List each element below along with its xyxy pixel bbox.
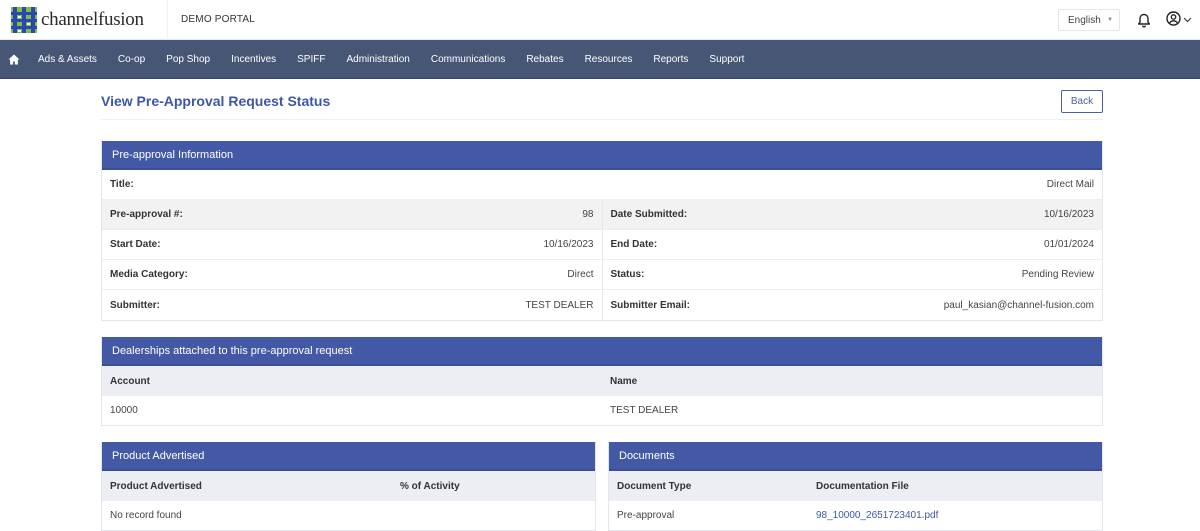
brand-name: channelfusion (41, 8, 144, 30)
bell-icon[interactable] (1136, 12, 1152, 28)
home-icon[interactable] (8, 53, 22, 65)
table-header: Account Name (102, 366, 1102, 396)
submitter-email-value: paul_kasian@channel-fusion.com (943, 299, 1094, 311)
bottom-panels: Product Advertised Product Advertised % … (101, 442, 1103, 531)
start-date-label: Start Date: (110, 239, 161, 250)
info-row: Pre-approval #: 98 Date Submitted: 10/16… (102, 200, 1102, 230)
nav-administration[interactable]: Administration (346, 54, 409, 65)
media-category-label: Media Category: (110, 269, 188, 280)
header-actions: English ▼ (1058, 0, 1200, 40)
nav-support[interactable]: Support (709, 54, 744, 65)
product-advertised-panel: Product Advertised Product Advertised % … (101, 442, 596, 531)
submitter-email-label: Submitter Email: (610, 299, 690, 311)
end-date-label: End Date: (610, 239, 658, 250)
nav-ads-assets[interactable]: Ads & Assets (38, 54, 97, 65)
info-row: Media Category: Direct Status: Pending R… (102, 260, 1102, 290)
channelfusion-logo-icon (11, 6, 37, 33)
column-header-account: Account (110, 375, 150, 387)
user-circle-icon (1166, 11, 1181, 29)
media-category-value: Direct (567, 269, 594, 280)
chevron-down-icon (1183, 15, 1192, 26)
nav-rebates[interactable]: Rebates (526, 54, 563, 65)
status-value: Pending Review (1021, 269, 1094, 280)
portal-name: DEMO PORTAL (181, 14, 256, 25)
document-file-link[interactable]: 98_10000_2651723401.pdf (816, 510, 938, 521)
submitter-value: TEST DEALER (525, 299, 594, 311)
nav-incentives[interactable]: Incentives (231, 54, 276, 65)
date-submitted-value: 10/16/2023 (1043, 209, 1094, 220)
table-row: Pre-approval 98_10000_2651723401.pdf (609, 501, 1102, 530)
info-row: Submitter: TEST DEALER Submitter Email: … (102, 290, 1102, 320)
table-header: Product Advertised % of Activity (102, 471, 595, 501)
status-label: Status: (610, 269, 645, 280)
column-header-documentation-file: Documentation File (816, 480, 909, 492)
nav-pop-shop[interactable]: Pop Shop (166, 54, 210, 65)
account-cell: 10000 (110, 405, 138, 416)
column-header-name: Name (610, 375, 638, 387)
dealerships-panel: Dealerships attached to this pre-approva… (101, 337, 1103, 426)
name-cell: TEST DEALER (610, 405, 679, 416)
documents-panel: Documents Document Type Documentation Fi… (608, 442, 1103, 531)
submitter-label: Submitter: (110, 299, 160, 311)
panel-heading: Pre-approval Information (102, 141, 1102, 170)
preapproval-info-panel: Pre-approval Information Title: Direct M… (101, 141, 1103, 321)
title-value: Direct Mail (1046, 179, 1094, 190)
top-bar: channelfusion DEMO PORTAL English ▼ (0, 0, 1200, 40)
brand-logo[interactable]: channelfusion (0, 0, 168, 40)
main-content: View Pre-Approval Request Status Back Pr… (101, 80, 1103, 531)
document-type-cell: Pre-approval (617, 510, 675, 521)
language-value: English (1068, 14, 1101, 26)
preapproval-number-label: Pre-approval #: (110, 209, 183, 220)
page-title: View Pre-Approval Request Status (101, 92, 331, 109)
user-menu[interactable] (1166, 11, 1192, 29)
language-select[interactable]: English ▼ (1058, 9, 1120, 31)
table-header: Document Type Documentation File (609, 471, 1102, 501)
panel-heading: Product Advertised (102, 442, 595, 471)
nav-communications[interactable]: Communications (431, 54, 505, 65)
table-row: No record found (102, 501, 595, 530)
empty-message: No record found (110, 510, 182, 521)
nav-reports[interactable]: Reports (653, 54, 688, 65)
page-header: View Pre-Approval Request Status Back (101, 80, 1103, 120)
documentation-file-cell: 98_10000_2651723401.pdf (808, 510, 1102, 521)
column-header-activity: % of Activity (400, 480, 460, 492)
date-submitted-label: Date Submitted: (610, 209, 688, 220)
start-date-value: 10/16/2023 (543, 239, 594, 250)
title-label: Title: (110, 179, 134, 190)
table-row: 10000 TEST DEALER (102, 396, 1102, 425)
end-date-value: 01/01/2024 (1043, 239, 1094, 250)
info-row-title: Title: Direct Mail (102, 170, 1102, 200)
info-row: Start Date: 10/16/2023 End Date: 01/01/2… (102, 230, 1102, 260)
nav-co-op[interactable]: Co-op (118, 54, 145, 65)
column-header-product: Product Advertised (110, 480, 202, 492)
panel-heading: Dealerships attached to this pre-approva… (102, 337, 1102, 366)
panel-heading: Documents (609, 442, 1102, 471)
back-button[interactable]: Back (1061, 89, 1103, 113)
main-nav: Ads & Assets Co-op Pop Shop Incentives S… (0, 40, 1200, 79)
column-header-document-type: Document Type (617, 480, 692, 492)
preapproval-number-value: 98 (582, 209, 594, 220)
nav-resources[interactable]: Resources (585, 54, 633, 65)
nav-spiff[interactable]: SPIFF (297, 54, 325, 65)
caret-down-icon: ▼ (1107, 17, 1113, 23)
